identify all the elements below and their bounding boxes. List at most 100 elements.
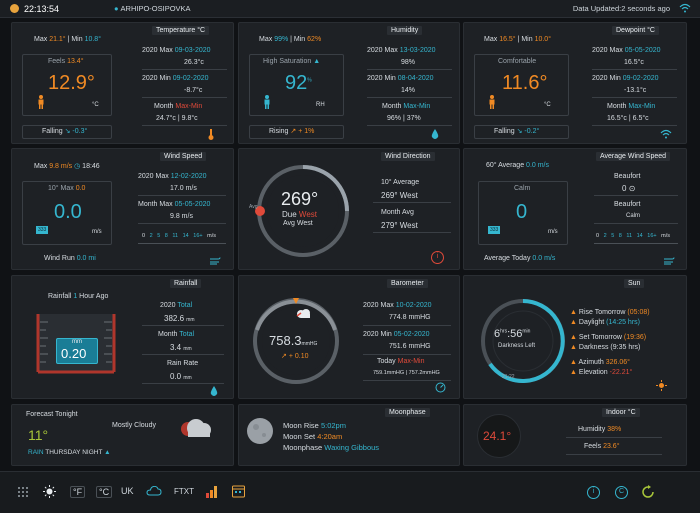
person-icon (488, 95, 496, 111)
beaufort-label-2: Beaufort (614, 201, 641, 208)
feels-like: Feels 13.4° (48, 58, 84, 65)
darkness-remaining: 6hrs:56min (494, 328, 531, 340)
moon-icon (246, 417, 274, 447)
rainfall-panel: Rainfall Rainfall 1 Hour Ago mm 0.20 202… (11, 275, 234, 399)
dewpoint-record-max-value: 16.5°c (624, 59, 644, 66)
barometer-value: 758.3mmHG (269, 333, 318, 348)
rainfall-year-total-value: 382.6 mm (164, 314, 195, 323)
sunset-icon: ▲ (570, 334, 577, 341)
current-time: 22:13:54 (24, 3, 60, 14)
wind-speed-panel: Wind Speed Max 9.8 m/s ◷ 18:46 10° Max 0… (11, 148, 234, 270)
info-icon[interactable]: i (431, 251, 444, 264)
theme-toggle-button[interactable] (43, 485, 56, 500)
cloud-button[interactable] (146, 485, 162, 498)
wind-speed-month-max: Month Max 05-05-2020 (138, 201, 211, 208)
temperature-record-max-value: 26.3°c (184, 59, 204, 66)
indoor-humidity: Humidity 38% (578, 426, 622, 433)
moon-phase: Moonphase Waxing Gibbous (283, 443, 380, 452)
wind-due: Due West (282, 210, 317, 219)
rainfall-gauge-unit: mm (72, 339, 82, 345)
sun-panel: Sun 6hrs:56min Darkness Left 21:22 ▲ Ris… (463, 275, 687, 399)
beaufort-value: 0 ⊙ (622, 184, 636, 193)
humidity-record-max-value: 98% (401, 59, 416, 66)
calendar-button[interactable] (232, 484, 245, 500)
rainfall-hour: Rainfall 1 Hour Ago (48, 293, 109, 300)
barometer-today-value: 759.1mmHG | 757.2mmHG (373, 370, 440, 376)
darkness-left: Darkness Left (498, 343, 536, 349)
barometer-trend: ↗ + 0.10 (281, 353, 309, 360)
info-button[interactable]: i (587, 486, 600, 499)
humidity-record-min: 2020 Min 08-04-2020 (367, 75, 434, 82)
wind-icon (664, 257, 675, 267)
temperature-month: Month Max-Min (154, 103, 203, 110)
wind-month-avg-value: 279° West (381, 221, 418, 230)
wind-10-average-value: 269° West (381, 191, 418, 200)
indoor-feels: Feels 23.6° (584, 443, 620, 450)
fahrenheit-button[interactable]: °F (70, 486, 86, 498)
temperature-value: 12.9° (48, 72, 95, 94)
average-wind-unit: m/s (548, 229, 558, 235)
trend-down-icon: ↘ (64, 128, 71, 135)
bottom-toolbar: °F °C UK FTXT i C (0, 471, 700, 513)
location-name: ARHIPO-OSIPOVKA (120, 4, 191, 13)
daylight: ▲ Daylight (14:25 hrs) (570, 319, 640, 326)
trend-up-icon: ↗ (281, 353, 287, 360)
azimuth-icon: ▲ (570, 359, 577, 366)
humidity-record-min-value: 14% (401, 87, 416, 94)
menu-grid-button[interactable] (17, 486, 29, 500)
humidity-unit: RH (316, 102, 325, 108)
average-wind-title: Average Wind Speed (596, 152, 671, 161)
dewpoint-title: Dewpoint °C (612, 26, 659, 35)
wind-speed-scale: 0 2 5 8 11 14 16+ m/s (142, 233, 217, 239)
weather-status-icon (10, 4, 19, 13)
sunrise-icon: ▲ (570, 309, 577, 316)
set-tomorrow: ▲ Set Tomorrow (19:36) (570, 334, 647, 341)
sun-gauge (481, 299, 565, 383)
temperature-month-value: 24.7°c | 9.8°c (156, 115, 198, 122)
uk-units-button[interactable]: UK (121, 486, 134, 496)
barometer-record-min: 2020 Min 05-02-2020 (363, 331, 430, 338)
moonphase-title: Moonphase (385, 408, 430, 417)
wind-speed-record-max-value: 17.0 m/s (170, 185, 197, 192)
copyright-button[interactable]: C (615, 486, 628, 499)
rise-tomorrow: ▲ Rise Tomorrow (05:08) (570, 309, 650, 316)
temperature-unit: °C (92, 102, 99, 108)
forecast-condition: Mostly Cloudy (112, 422, 156, 429)
wifi-icon (679, 3, 691, 16)
clock: 22:13:54 (10, 4, 59, 14)
person-icon (263, 95, 271, 111)
barometer-panel: Barometer 758.3mmHG ↗ + 0.10 2020 Max 10… (238, 275, 460, 399)
celsius-button[interactable]: °C (96, 486, 113, 498)
humidity-month-value: 96% | 37% (387, 115, 421, 122)
wifi-signal-icon (660, 129, 672, 141)
barometer-record-max: 2020 Max 10-02-2020 (363, 302, 432, 309)
wind-avg: Avg West (283, 220, 313, 227)
moon-rise: Moon Rise 5:02pm (283, 421, 346, 430)
dewpoint-trend: Falling ↘ -0.2° (494, 128, 540, 135)
humidity-month: Month Max-Min (382, 103, 431, 110)
gauge-icon (435, 382, 446, 395)
charts-button[interactable] (206, 485, 219, 500)
moonphase-panel: Moonphase Moon Rise 5:02pm Moon Set 4:20… (238, 404, 460, 466)
indoor-panel: Indoor °C 24.1° Humidity 38% Feels 23.6° (463, 404, 687, 466)
barometer-today: Today Max-Min (377, 358, 425, 365)
dewpoint-unit: °C (544, 102, 551, 108)
refresh-icon[interactable] (641, 485, 655, 501)
humidity-title: Humidity (387, 26, 423, 35)
ftxt-button[interactable]: FTXT (174, 487, 194, 496)
average-wind-value: 0 (516, 201, 528, 223)
thermometer-icon (208, 129, 214, 142)
humidity-panel: Humidity Max 99% | Min 62% High Saturati… (238, 22, 460, 144)
wind-icon (210, 257, 221, 267)
forecast-temp: 11° (28, 427, 49, 443)
rainfall-gauge-value: 0.20 (61, 346, 87, 361)
top-bar: 22:13:54 ● ARHIPO-OSIPOVKA Data Updated:2… (0, 0, 700, 18)
average-wind-badge: 333 (488, 226, 501, 234)
warning-icon: ▲ (313, 58, 321, 65)
station-location: ● ARHIPO-OSIPOVKA (114, 4, 191, 13)
target-icon: ⊙ (628, 184, 636, 193)
wind-speed-record-max: 2020 Max 12-02-2020 (138, 173, 207, 180)
wind-month-avg: Month Avg (381, 209, 414, 216)
trend-down-icon: ↘ (516, 128, 523, 135)
droplet-icon (431, 129, 439, 142)
